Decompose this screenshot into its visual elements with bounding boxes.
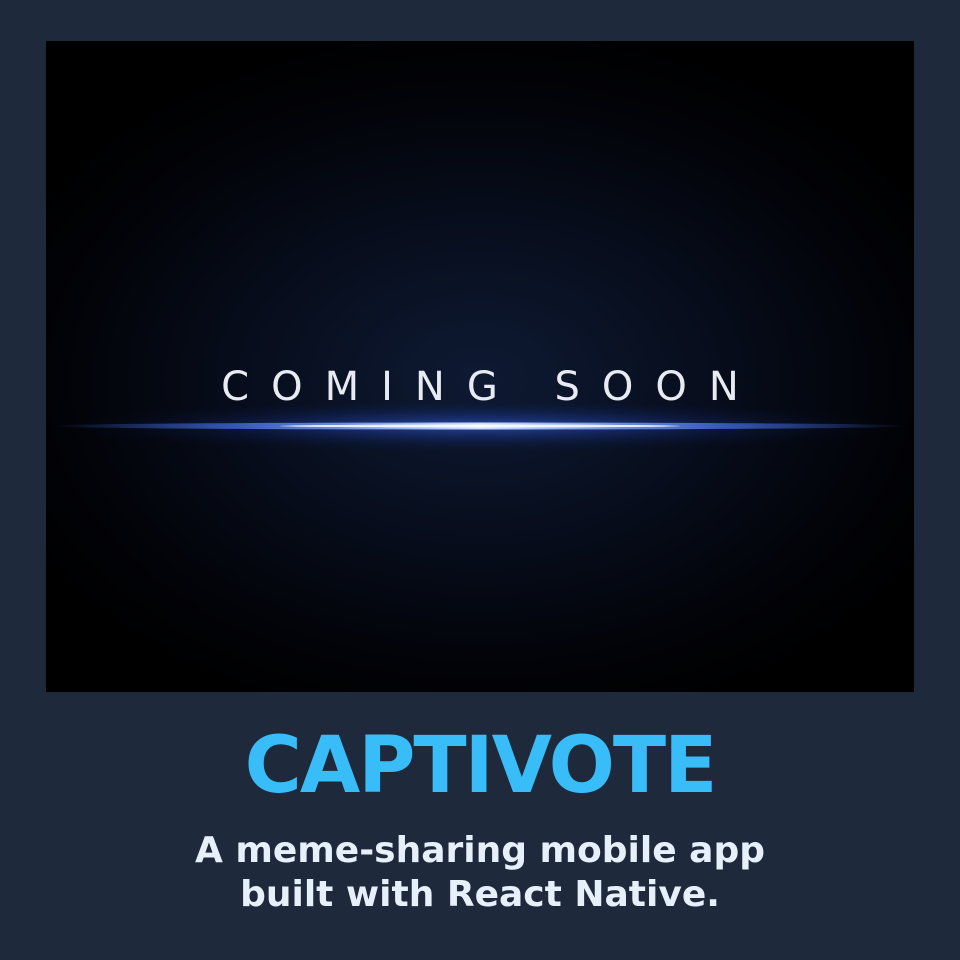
- coming-soon-text: COMING SOON: [221, 364, 761, 410]
- coming-soon-preview-image: COMING SOON: [46, 41, 914, 692]
- project-card: COMING SOON CAPTIVOTE A meme-sharing mob…: [0, 0, 960, 960]
- tagline-line-2: built with React Native.: [240, 874, 720, 915]
- app-title: CAPTIVOTE: [244, 721, 718, 811]
- tagline-line-1: A meme-sharing mobile app: [194, 830, 766, 871]
- app-tagline: A meme-sharing mobile app built with Rea…: [0, 829, 960, 917]
